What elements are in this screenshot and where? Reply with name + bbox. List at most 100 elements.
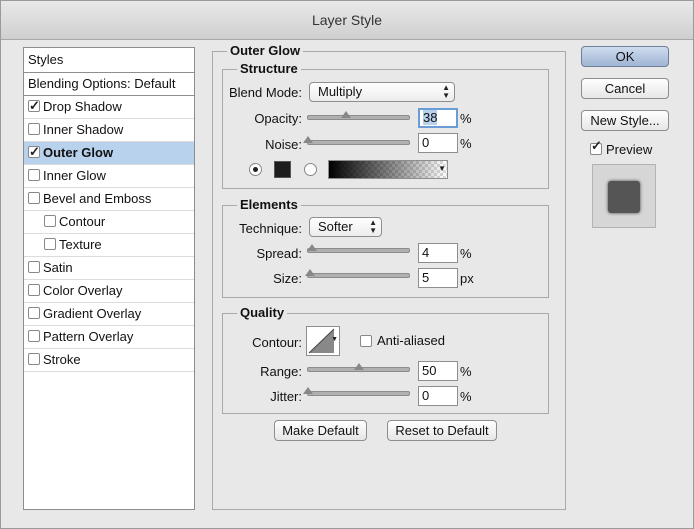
style-item-drop-shadow[interactable]: Drop Shadow xyxy=(24,95,194,119)
range-unit: % xyxy=(460,364,472,379)
styles-list: Styles Blending Options: Default Drop Sh… xyxy=(23,47,195,510)
contour-picker[interactable]: ▼ xyxy=(306,326,340,356)
style-item-checkbox[interactable] xyxy=(28,261,40,273)
style-item-checkbox[interactable] xyxy=(28,353,40,365)
style-item-inner-glow[interactable]: Inner Glow xyxy=(24,165,194,188)
cancel-button[interactable]: Cancel xyxy=(581,78,669,99)
style-item-checkbox[interactable] xyxy=(44,238,56,250)
style-item-label: Inner Glow xyxy=(43,168,106,183)
style-item-checkbox[interactable] xyxy=(28,330,40,342)
jitter-unit: % xyxy=(460,389,472,404)
select-arrows-icon: ▲ ▼ xyxy=(442,83,450,100)
noise-input[interactable]: 0 xyxy=(418,133,458,153)
new-style-button[interactable]: New Style... xyxy=(581,110,669,131)
contour-label: Contour: xyxy=(252,335,302,350)
style-item-label: Drop Shadow xyxy=(43,99,122,114)
style-item-outer-glow[interactable]: Outer Glow xyxy=(24,141,194,165)
style-item-checkbox[interactable] xyxy=(44,215,56,227)
style-item-inner-shadow[interactable]: Inner Shadow xyxy=(24,119,194,142)
range-label: Range: xyxy=(260,364,302,379)
size-label: Size: xyxy=(273,271,302,286)
ok-button[interactable]: OK xyxy=(581,46,669,67)
technique-label: Technique: xyxy=(239,221,302,236)
size-unit: px xyxy=(460,271,474,286)
spread-input[interactable]: 4 xyxy=(418,243,458,263)
preview-label: Preview xyxy=(606,142,653,157)
anti-aliased-checkbox[interactable] xyxy=(360,335,372,347)
glow-gradient-picker[interactable]: ▼ xyxy=(328,160,448,179)
opacity-slider[interactable] xyxy=(307,111,410,120)
style-item-checkbox[interactable] xyxy=(28,123,40,135)
style-item-checkbox[interactable] xyxy=(28,169,40,181)
style-item-label: Texture xyxy=(59,237,102,252)
size-slider-thumb[interactable] xyxy=(305,269,316,276)
technique-value: Softer xyxy=(318,219,353,234)
style-item-pattern-overlay[interactable]: Pattern Overlay xyxy=(24,326,194,349)
opacity-input[interactable]: 38 xyxy=(418,108,458,128)
style-item-stroke[interactable]: Stroke xyxy=(24,349,194,372)
jitter-slider[interactable] xyxy=(303,387,410,396)
layer-style-dialog: Layer Style Styles Blending Options: Def… xyxy=(0,0,694,529)
style-item-bevel-and-emboss[interactable]: Bevel and Emboss xyxy=(24,188,194,211)
opacity-slider-thumb[interactable] xyxy=(341,111,352,118)
range-input[interactable]: 50 xyxy=(418,361,458,381)
make-default-button[interactable]: Make Default xyxy=(274,420,367,441)
solid-color-radio[interactable] xyxy=(249,163,262,176)
preview-swatch xyxy=(608,181,640,213)
noise-slider[interactable] xyxy=(303,136,410,145)
window-title: Layer Style xyxy=(1,1,693,40)
contour-dropdown-icon: ▼ xyxy=(331,336,338,343)
style-item-color-overlay[interactable]: Color Overlay xyxy=(24,280,194,303)
style-item-label: Contour xyxy=(59,214,106,229)
style-item-label: Stroke xyxy=(43,352,81,367)
preview-checkbox[interactable] xyxy=(590,138,602,155)
glow-color-swatch[interactable] xyxy=(274,161,291,178)
style-item-label: Bevel and Emboss xyxy=(43,191,152,206)
anti-aliased-label: Anti-aliased xyxy=(377,333,445,348)
size-input[interactable]: 5 xyxy=(418,268,458,288)
spread-label: Spread: xyxy=(256,246,302,261)
style-item-label: Inner Shadow xyxy=(43,122,124,137)
opacity-label: Opacity: xyxy=(254,111,302,126)
jitter-input[interactable]: 0 xyxy=(418,386,458,406)
blend-mode-label: Blend Mode: xyxy=(229,85,302,100)
styles-header[interactable]: Styles xyxy=(24,48,194,73)
outer-glow-title: Outer Glow xyxy=(227,43,304,58)
gradient-dropdown-icon: ▼ xyxy=(438,164,446,173)
quality-title: Quality xyxy=(237,305,288,320)
style-item-checkbox[interactable] xyxy=(28,141,40,163)
style-item-label: Outer Glow xyxy=(43,145,114,160)
spread-unit: % xyxy=(460,246,472,261)
noise-slider-thumb[interactable] xyxy=(303,136,313,143)
style-item-checkbox[interactable] xyxy=(28,284,40,296)
style-item-contour[interactable]: Contour xyxy=(24,211,194,234)
range-slider[interactable] xyxy=(307,363,410,372)
jitter-label: Jitter: xyxy=(270,389,302,404)
opacity-unit: % xyxy=(460,111,472,126)
preview-thumbnail xyxy=(592,164,656,228)
range-slider-thumb[interactable] xyxy=(353,363,364,370)
spread-slider[interactable] xyxy=(307,244,410,253)
style-item-label: Pattern Overlay xyxy=(43,329,134,344)
structure-title: Structure xyxy=(237,61,301,76)
jitter-slider-thumb[interactable] xyxy=(303,387,313,394)
reset-to-default-button[interactable]: Reset to Default xyxy=(387,420,497,441)
style-item-satin[interactable]: Satin xyxy=(24,257,194,280)
size-slider[interactable] xyxy=(305,269,410,278)
blend-mode-value: Multiply xyxy=(318,84,363,99)
blending-options-item[interactable]: Blending Options: Default xyxy=(24,73,194,96)
style-item-checkbox[interactable] xyxy=(28,95,40,117)
style-item-checkbox[interactable] xyxy=(28,192,40,204)
style-item-texture[interactable]: Texture xyxy=(24,234,194,257)
gradient-radio[interactable] xyxy=(304,163,317,176)
elements-title: Elements xyxy=(237,197,301,212)
style-item-checkbox[interactable] xyxy=(28,307,40,319)
style-item-label: Color Overlay xyxy=(43,283,123,298)
style-item-gradient-overlay[interactable]: Gradient Overlay xyxy=(24,303,194,326)
spread-slider-thumb[interactable] xyxy=(307,244,318,251)
select-arrows-icon: ▲ ▼ xyxy=(369,218,377,235)
style-item-label: Satin xyxy=(43,260,73,275)
technique-select[interactable]: Softer ▲ ▼ xyxy=(309,217,382,237)
blend-mode-select[interactable]: Multiply ▲ ▼ xyxy=(309,82,455,102)
style-item-label: Gradient Overlay xyxy=(43,306,142,321)
